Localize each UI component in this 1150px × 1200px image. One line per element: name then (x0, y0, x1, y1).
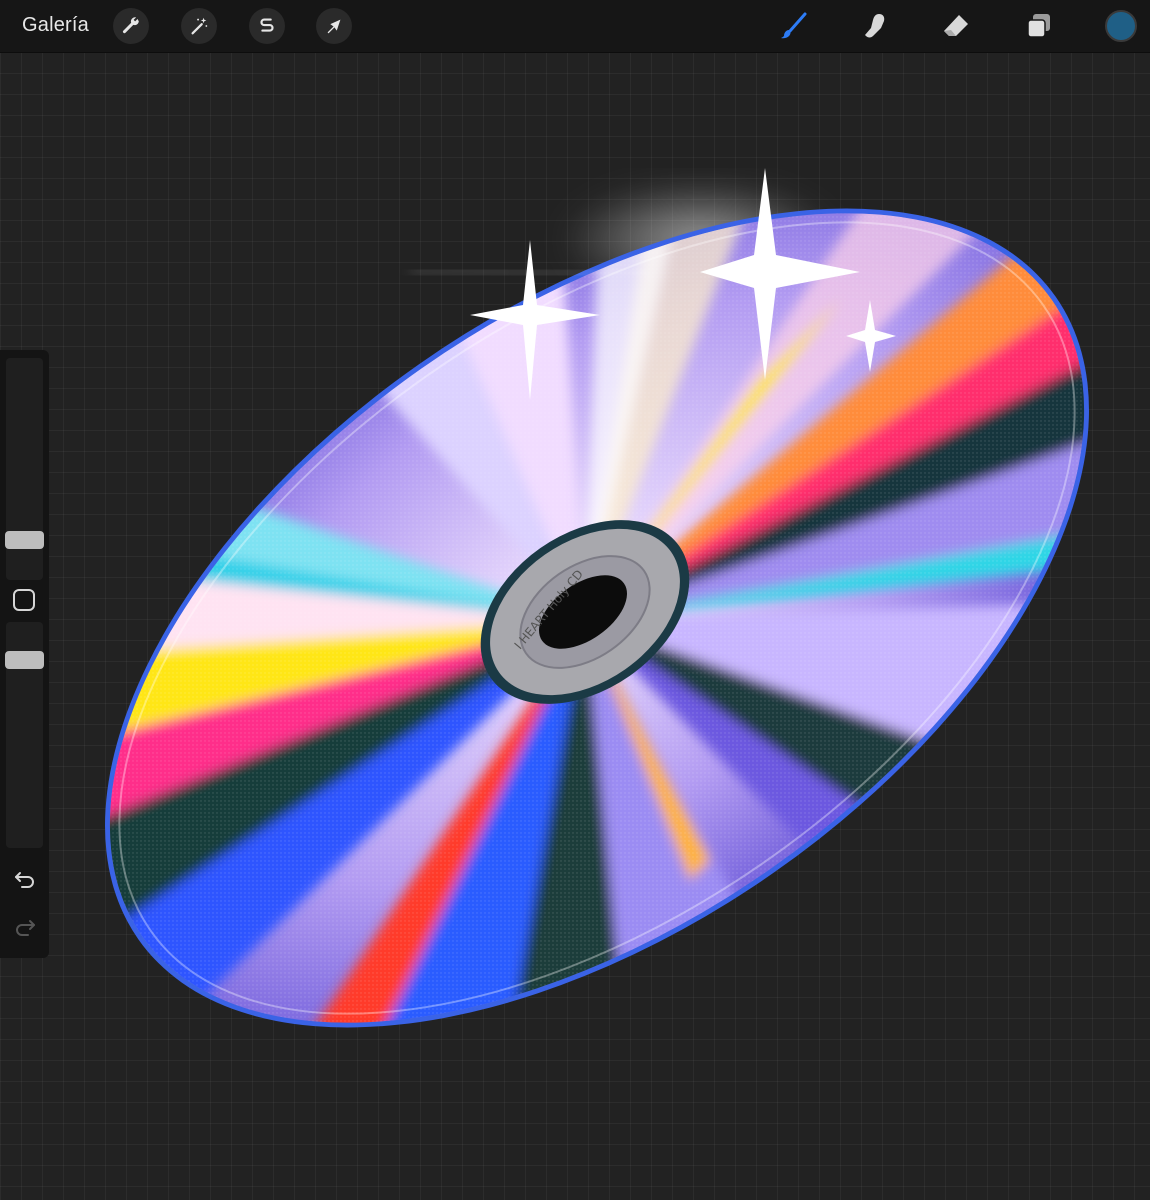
arrow-cursor-icon (327, 19, 341, 34)
transform-button[interactable] (316, 8, 352, 44)
eraser-icon (944, 15, 968, 36)
modify-square-icon[interactable] (13, 589, 35, 611)
brush-size-thumb[interactable] (5, 531, 44, 549)
brush-icon (781, 12, 807, 39)
eraser-tool[interactable] (938, 8, 974, 44)
smudge-finger-icon (865, 14, 885, 38)
brush-tool[interactable] (776, 8, 812, 44)
selection-s-icon (260, 18, 274, 32)
magic-wand-icon (191, 17, 208, 35)
undo-icon[interactable] (12, 866, 38, 892)
actions-button[interactable] (113, 8, 149, 44)
drawing-canvas[interactable]: I HEART Holy CD (0, 52, 1150, 1200)
left-sidebar (0, 350, 49, 958)
smudge-tool[interactable] (857, 8, 893, 44)
cd-artwork: I HEART Holy CD (0, 52, 1150, 1187)
layers-icon (1027, 14, 1050, 38)
redo-icon[interactable] (12, 914, 38, 940)
selection-button[interactable] (249, 8, 285, 44)
gallery-button[interactable]: Galería (22, 14, 89, 37)
layers-tool[interactable] (1021, 8, 1057, 44)
top-toolbar: Galería (0, 0, 1150, 53)
color-picker[interactable] (1105, 10, 1137, 42)
wrench-icon (122, 17, 139, 34)
adjustments-button[interactable] (181, 8, 217, 44)
opacity-thumb[interactable] (5, 651, 44, 669)
